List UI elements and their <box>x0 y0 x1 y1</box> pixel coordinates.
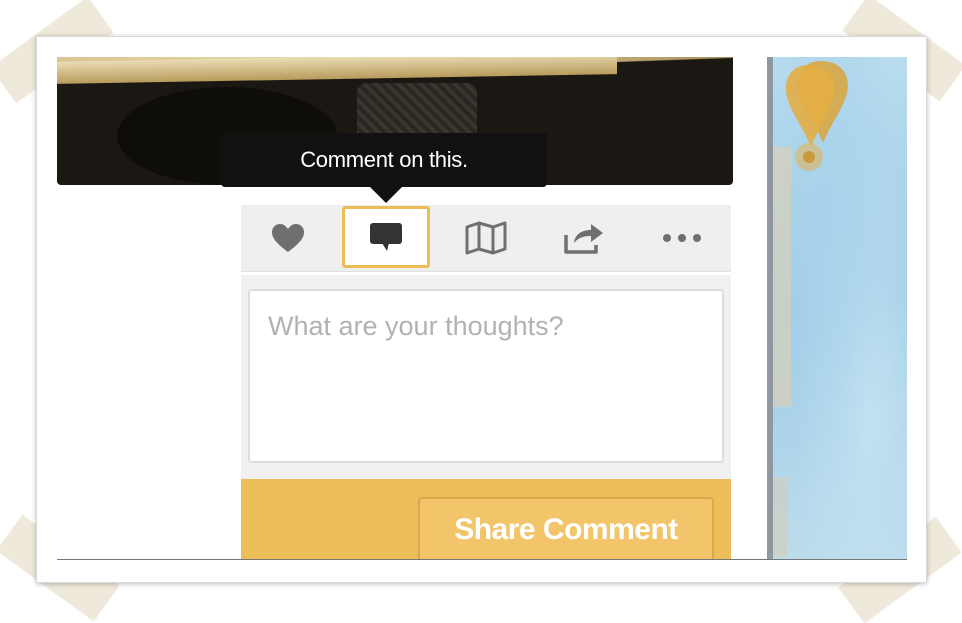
share-button[interactable] <box>539 205 629 271</box>
like-button[interactable] <box>243 205 333 271</box>
map-icon <box>465 221 507 255</box>
map-land <box>773 147 791 407</box>
map-pin-icon[interactable] <box>773 59 863 183</box>
map-land-south <box>773 477 787 557</box>
photo-paper <box>57 57 617 84</box>
tooltip-text: Comment on this. <box>300 147 468 172</box>
comment-input[interactable]: What are your thoughts? <box>248 289 724 463</box>
action-bar <box>241 205 731 272</box>
comment-placeholder: What are your thoughts? <box>268 311 564 341</box>
tooltip-arrow <box>370 187 402 203</box>
comment-icon <box>370 223 402 251</box>
share-comment-label: Share Comment <box>454 513 678 546</box>
comment-area: What are your thoughts? <box>241 275 731 479</box>
map-panel[interactable] <box>767 57 907 559</box>
more-button[interactable] <box>637 205 727 271</box>
comment-button[interactable] <box>342 206 430 268</box>
comment-submit-bar: Share Comment <box>241 479 731 559</box>
share-icon <box>564 224 603 254</box>
share-comment-button[interactable]: Share Comment <box>418 497 714 559</box>
heart-icon <box>272 224 304 252</box>
more-icon <box>663 234 701 242</box>
screenshot-frame: Comment on this. What are your thoughts?… <box>36 36 927 583</box>
tooltip: Comment on this. <box>221 133 547 187</box>
post-viewport: Comment on this. What are your thoughts?… <box>57 57 907 560</box>
map-button[interactable] <box>441 205 531 271</box>
